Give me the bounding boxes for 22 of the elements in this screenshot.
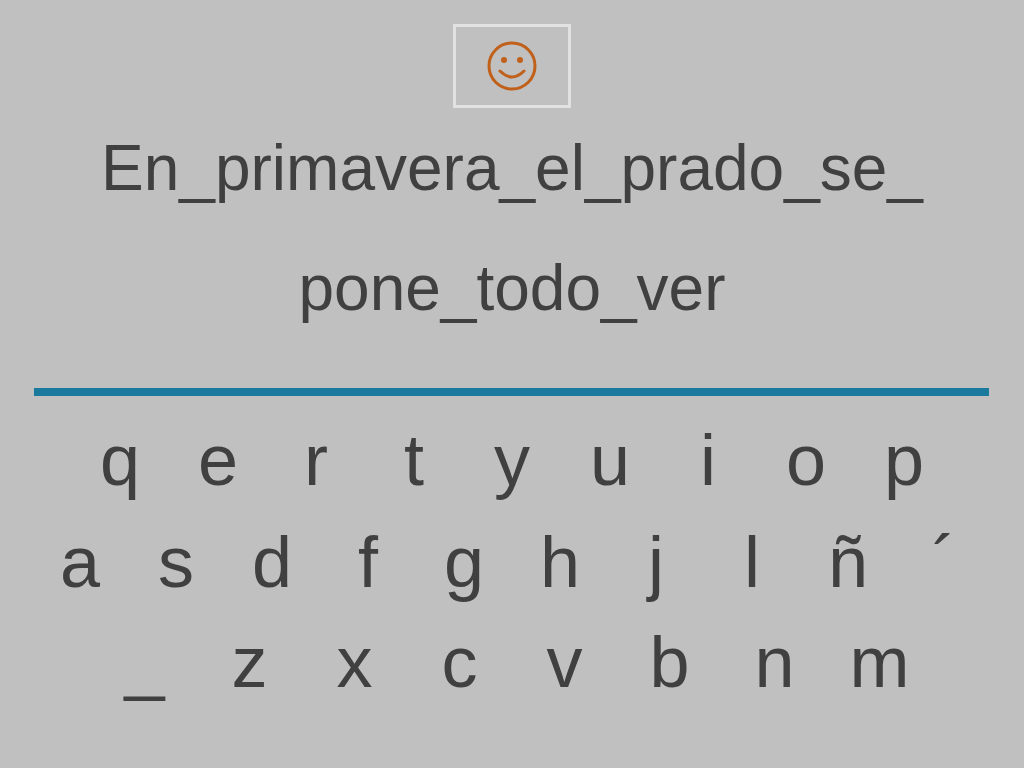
letter-key[interactable]: e: [169, 424, 267, 496]
letter-key[interactable]: o: [757, 424, 855, 496]
letter-key[interactable]: b: [617, 626, 722, 698]
letter-key[interactable]: s: [128, 526, 224, 598]
letter-key[interactable]: a: [32, 526, 128, 598]
letter-key[interactable]: r: [267, 424, 365, 496]
letter-key[interactable]: t: [365, 424, 463, 496]
letter-key[interactable]: u: [561, 424, 659, 496]
letter-key[interactable]: c: [407, 626, 512, 698]
letter-key[interactable]: h: [512, 526, 608, 598]
letter-key[interactable]: i: [659, 424, 757, 496]
letter-key[interactable]: v: [512, 626, 617, 698]
letter-key[interactable]: ´: [896, 526, 992, 598]
letter-key[interactable]: x: [302, 626, 407, 698]
letter-key[interactable]: m: [827, 626, 932, 698]
letter-key[interactable]: ñ: [800, 526, 896, 598]
letter-key[interactable]: f: [320, 526, 416, 598]
letter-key[interactable]: z: [197, 626, 302, 698]
smiley-icon: [486, 40, 538, 92]
letter-key[interactable]: n: [722, 626, 827, 698]
letter-key[interactable]: l: [704, 526, 800, 598]
letter-key[interactable]: d: [224, 526, 320, 598]
